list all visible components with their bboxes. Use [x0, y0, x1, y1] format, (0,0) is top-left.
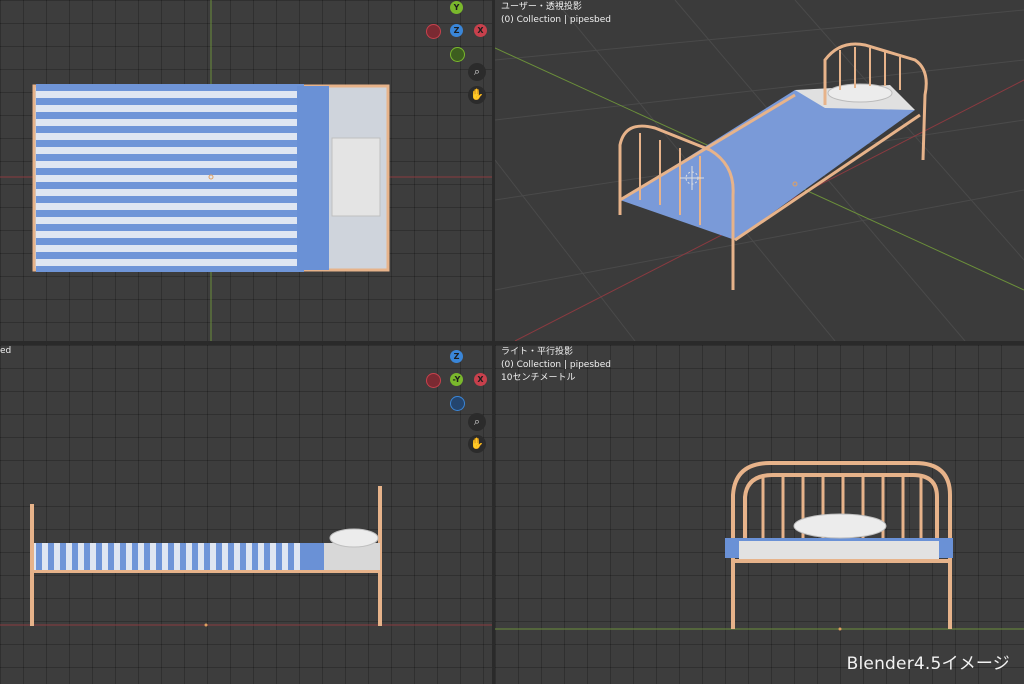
- zoom-icon[interactable]: ⌕: [468, 413, 486, 431]
- gizmo-x-axis[interactable]: X: [474, 373, 487, 386]
- top-view-scene: [0, 0, 492, 341]
- viewport-info: ライト・平行投影 (0) Collection | pipesbed 10センチ…: [501, 346, 611, 385]
- mattress: [739, 541, 939, 559]
- right-view-scene: [495, 461, 1024, 631]
- side-view-scene: [0, 486, 492, 627]
- navigation-gizmo-top[interactable]: Y Z X: [426, 0, 487, 62]
- grid-scale-label: 10センチメートル: [501, 373, 576, 383]
- foot-post: [30, 504, 34, 626]
- collection-label: (0) Collection | pipesbed: [501, 15, 611, 25]
- gizmo-neg-x-axis[interactable]: [426, 373, 441, 388]
- viewport-right[interactable]: ライト・平行投影 (0) Collection | pipesbed 10センチ…: [495, 345, 1024, 684]
- gizmo-neg-x-axis[interactable]: [426, 24, 441, 39]
- blanket-fold: [297, 86, 329, 270]
- gizmo-y-axis[interactable]: Y: [450, 1, 463, 14]
- gizmo-z-axis[interactable]: Z: [450, 24, 463, 37]
- view-name: ユーザー・透視投影: [501, 2, 582, 12]
- pillow: [827, 83, 893, 103]
- hand-pan-icon[interactable]: ✋: [468, 86, 486, 104]
- viewport-perspective[interactable]: ユーザー・透視投影 (0) Collection | pipesbed: [495, 0, 1024, 341]
- gizmo-neg-y-axis[interactable]: [450, 47, 465, 62]
- viewport-divider-horizontal[interactable]: [0, 341, 1024, 345]
- collection-label: (0) Collection | pipesbed: [501, 360, 611, 370]
- pillow: [329, 528, 379, 548]
- watermark-text: Blender4.5イメージ: [846, 654, 1010, 674]
- view-name: ライト・平行投影: [501, 347, 574, 357]
- perspective-scene: [495, 0, 1024, 341]
- viewport-top[interactable]: Y Z X ⌕ ✋: [0, 0, 492, 341]
- viewport-info: ユーザー・透視投影 (0) Collection | pipesbed: [501, 1, 611, 27]
- pillow: [793, 513, 887, 539]
- side-rail: [34, 570, 380, 573]
- viewport-side[interactable]: ed Z -Y X ⌕ ✋: [0, 345, 492, 684]
- pillow: [331, 137, 381, 217]
- gizmo-x-axis[interactable]: X: [474, 24, 487, 37]
- hand-pan-icon[interactable]: ✋: [468, 435, 486, 453]
- gizmo-z-axis[interactable]: Z: [450, 350, 463, 363]
- zoom-icon[interactable]: ⌕: [468, 63, 486, 81]
- gizmo-neg-y-axis[interactable]: -Y: [450, 373, 463, 386]
- gizmo-neg-z-axis[interactable]: [450, 396, 465, 411]
- navigation-gizmo-front[interactable]: Z -Y X: [426, 349, 487, 411]
- blanket: [36, 84, 304, 272]
- blanket: [34, 543, 324, 570]
